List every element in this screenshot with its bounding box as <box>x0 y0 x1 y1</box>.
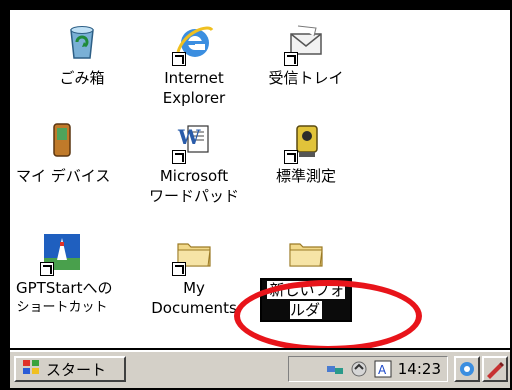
svg-text:A: A <box>378 363 387 377</box>
survey-instrument-icon <box>284 120 326 164</box>
start-label: スタート <box>46 360 107 379</box>
folder-icon <box>286 232 326 272</box>
my-documents-label-line1: My <box>183 279 205 297</box>
recycle-bin-shortcut[interactable]: ごみ箱 <box>36 22 128 88</box>
recycle-bin-label: ごみ箱 <box>59 69 105 87</box>
pen-tool-icon <box>484 362 506 384</box>
shortcut-arrow-icon <box>284 52 298 66</box>
svg-text:W: W <box>177 125 201 149</box>
shortcut-arrow-icon <box>172 150 186 164</box>
highlight-ring-annotation <box>234 280 422 348</box>
shortcut-arrow-icon <box>172 262 186 276</box>
system-tray: A 14:23 <box>288 356 448 382</box>
internet-explorer-label-line2: Explorer <box>162 89 226 107</box>
internet-explorer-shortcut[interactable]: Internet Explorer <box>148 22 240 108</box>
ie-task-icon <box>456 362 478 384</box>
start-button[interactable]: スタート <box>14 356 126 382</box>
wordpad-shortcut[interactable]: W Microsoft ワードパッド <box>148 120 240 206</box>
gptstart-icon <box>40 232 82 276</box>
wordpad-label-line1: Microsoft <box>159 167 229 185</box>
standard-measurement-label: 標準測定 <box>275 167 336 185</box>
inbox-envelope-icon <box>284 22 326 66</box>
recycle-bin-icon <box>62 22 102 62</box>
inbox-shortcut[interactable]: 受信トレイ <box>260 22 352 88</box>
my-documents-label-line2: Documents <box>151 299 237 317</box>
desktop: ごみ箱 Internet Explorer 受信トレイ マイ デバイス W Mi… <box>10 10 510 348</box>
shortcut-arrow-icon <box>172 52 186 66</box>
inbox-label: 受信トレイ <box>268 69 344 87</box>
gptstart-label-line1: GPTStartへの <box>16 279 113 297</box>
network-connection-icon[interactable] <box>326 360 344 378</box>
my-device-shortcut[interactable]: マイ デバイス <box>16 120 111 186</box>
standard-measurement-shortcut[interactable]: 標準測定 <box>260 120 352 186</box>
shortcut-arrow-icon <box>284 150 298 164</box>
windows-flag-icon <box>22 359 40 379</box>
taskbar: スタート A 14:23 <box>10 350 510 388</box>
my-device-label: マイ デバイス <box>16 167 111 185</box>
internet-explorer-icon <box>172 22 214 66</box>
folder-icon <box>172 232 214 276</box>
app-task-button[interactable] <box>482 356 508 382</box>
gptstart-shortcut[interactable]: GPTStartへの ショートカット <box>16 232 113 318</box>
internet-explorer-label-line1: Internet <box>164 69 224 87</box>
gptstart-label-line2: ショートカット <box>16 300 108 315</box>
ie-task-button[interactable] <box>454 356 480 382</box>
wordpad-label-line2: ワードパッド <box>148 187 239 205</box>
shortcut-arrow-icon <box>40 262 54 276</box>
clock[interactable]: 14:23 <box>398 360 441 378</box>
wordpad-icon: W <box>172 120 214 164</box>
screen-frame: ごみ箱 Internet Explorer 受信トレイ マイ デバイス W Mi… <box>4 4 510 388</box>
input-method-icon[interactable]: A <box>374 360 392 378</box>
my-documents-shortcut[interactable]: My Documents <box>148 232 240 318</box>
handheld-device-icon <box>42 120 82 160</box>
activesync-icon[interactable] <box>350 360 368 378</box>
